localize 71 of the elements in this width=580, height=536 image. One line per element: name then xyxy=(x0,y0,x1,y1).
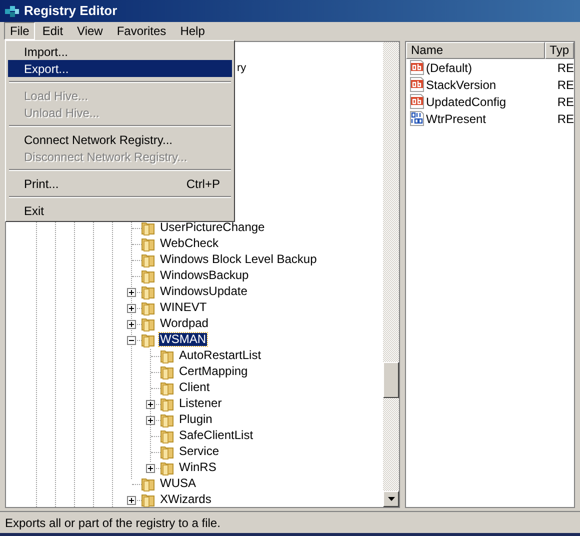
column-header[interactable]: Name xyxy=(406,42,545,59)
value-type: RE xyxy=(556,60,574,76)
tree-item-label[interactable]: WINEVT xyxy=(159,301,208,314)
tree-item-label[interactable]: WindowsBackup xyxy=(159,269,250,282)
menu-bar-item[interactable]: View xyxy=(70,22,110,40)
tree-item-label[interactable]: Plugin xyxy=(178,413,214,426)
folder-icon xyxy=(140,316,156,332)
tree-item-label[interactable]: ry xyxy=(237,60,246,76)
value-name[interactable]: WtrPresent xyxy=(426,110,486,128)
folder-icon xyxy=(159,412,175,428)
value-type: RE xyxy=(556,76,574,94)
expand-button[interactable] xyxy=(146,464,155,473)
vertical-scrollbar[interactable] xyxy=(383,42,399,507)
menu-bar-item[interactable]: Edit xyxy=(35,22,70,40)
tree-item-label[interactable]: WindowsUpdate xyxy=(159,285,248,298)
tree-item-label[interactable]: Client xyxy=(178,381,211,394)
tree-item-label[interactable]: UserPictureChange xyxy=(159,221,266,234)
value-type: RE xyxy=(556,110,574,128)
folder-icon xyxy=(159,396,175,412)
tree-item-label[interactable]: WinRS xyxy=(178,461,218,474)
tree-item-label[interactable]: SafeClientList xyxy=(178,429,254,442)
tree-item-label[interactable]: Wordpad xyxy=(159,317,210,330)
folder-icon xyxy=(159,428,175,444)
window-title: Registry Editor xyxy=(24,2,118,20)
folder-icon xyxy=(159,444,175,460)
value-name[interactable]: UpdatedConfig xyxy=(426,92,506,110)
folder-icon xyxy=(140,220,156,236)
menu-bar-item[interactable]: Favorites xyxy=(110,22,174,40)
menu-item[interactable]: Print... Ctrl+P xyxy=(8,175,232,192)
value-type: RE xyxy=(556,94,574,110)
menu-item[interactable]: Import... xyxy=(8,43,232,60)
menu-item[interactable]: Exit xyxy=(8,202,232,219)
folder-icon xyxy=(159,348,175,364)
tree-item-label[interactable]: WebCheck xyxy=(159,237,220,250)
menu-bar-item[interactable]: Help xyxy=(173,22,212,40)
expand-button[interactable] xyxy=(146,400,155,409)
folder-icon xyxy=(140,268,156,284)
expand-button[interactable] xyxy=(127,320,136,329)
folder-icon xyxy=(140,236,156,252)
folder-icon xyxy=(140,332,156,348)
tree-item-label[interactable]: Service xyxy=(178,445,220,458)
tree-item-label[interactable]: Listener xyxy=(178,397,223,410)
column-header[interactable]: Typ xyxy=(544,42,574,59)
scroll-down-button[interactable] xyxy=(383,491,399,507)
tree-item-label[interactable]: AutoRestartList xyxy=(178,349,262,362)
menu-item[interactable]: Export... xyxy=(8,60,232,77)
down-arrow-icon xyxy=(388,497,394,501)
tree-item-label[interactable]: XWizards xyxy=(159,493,212,506)
registry-cubes-icon xyxy=(4,3,20,19)
folder-icon xyxy=(159,380,175,396)
value-name[interactable]: (Default) xyxy=(426,58,472,76)
menu-item[interactable]: Connect Network Registry... xyxy=(8,131,232,148)
scrollbar-thumb[interactable] xyxy=(383,362,399,398)
expand-button[interactable] xyxy=(127,496,136,505)
folder-icon xyxy=(140,300,156,316)
folder-icon xyxy=(159,364,175,380)
expand-button[interactable] xyxy=(127,304,136,313)
folder-icon xyxy=(140,476,156,492)
collapse-button[interactable] xyxy=(127,336,136,345)
tree-item-label[interactable]: CertMapping xyxy=(178,365,249,378)
tree-item-label[interactable]: WSMAN xyxy=(159,333,207,346)
folder-icon xyxy=(140,284,156,300)
folder-icon xyxy=(140,252,156,268)
value-name[interactable]: StackVersion xyxy=(426,76,496,94)
expand-button[interactable] xyxy=(127,288,136,297)
expand-button[interactable] xyxy=(146,416,155,425)
folder-icon xyxy=(159,460,175,476)
menu-bar-item[interactable]: File xyxy=(4,22,36,40)
tree-item-label[interactable]: Windows Block Level Backup xyxy=(159,253,318,266)
folder-icon xyxy=(140,492,156,507)
tree-item-label[interactable]: WUSA xyxy=(159,477,197,490)
